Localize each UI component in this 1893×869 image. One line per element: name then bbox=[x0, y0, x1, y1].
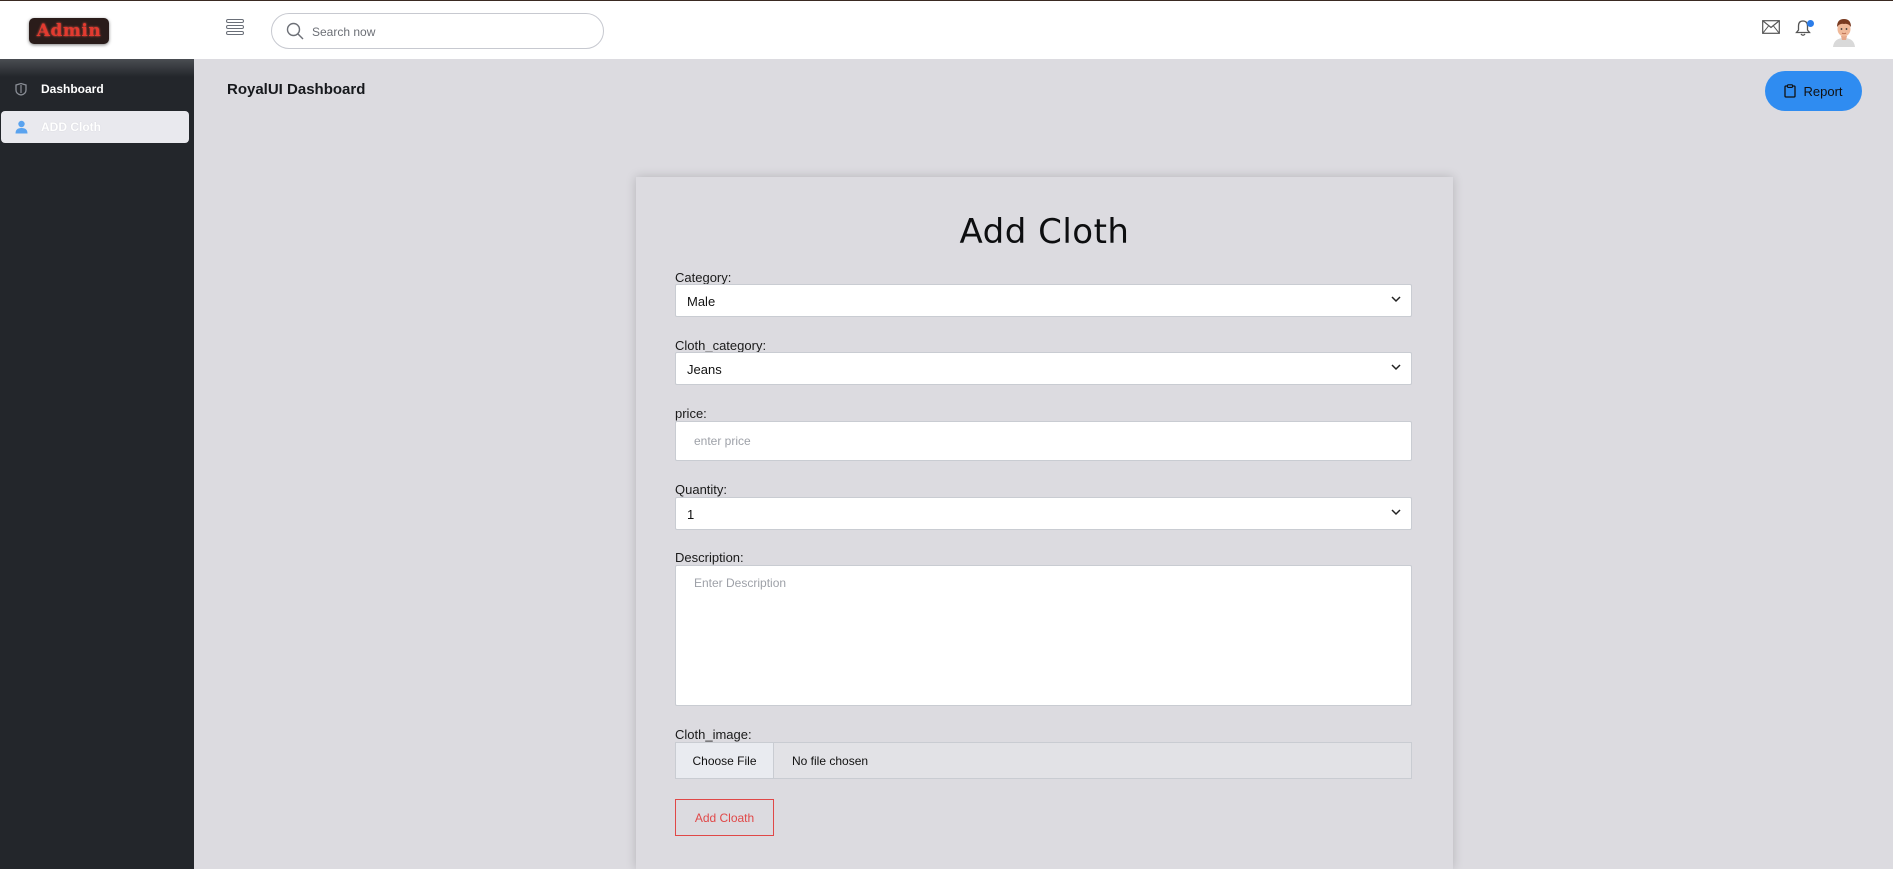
cloth-image-file-input[interactable]: Choose File No file chosen bbox=[675, 742, 1412, 779]
search-bar bbox=[271, 13, 604, 49]
top-navbar: Admin bbox=[0, 0, 1893, 59]
page-title: RoyalUI Dashboard bbox=[227, 81, 366, 98]
sidebar: Dashboard ADD Cloth bbox=[0, 59, 194, 869]
brand-logo-text: Admin bbox=[36, 21, 102, 41]
chevron-down-icon bbox=[1391, 364, 1401, 371]
quantity-select[interactable]: 1 bbox=[675, 497, 1412, 530]
category-value: Male bbox=[687, 294, 716, 309]
search-icon bbox=[286, 22, 304, 40]
user-icon bbox=[13, 119, 29, 135]
add-cloth-form-card: Add Cloth Category: Male Cloth_category:… bbox=[636, 177, 1453, 869]
mail-icon[interactable] bbox=[1762, 20, 1780, 34]
quantity-value: 1 bbox=[687, 507, 695, 522]
avatar[interactable] bbox=[1829, 15, 1859, 47]
description-textarea[interactable] bbox=[676, 566, 1411, 705]
menu-toggle-icon[interactable] bbox=[226, 19, 246, 39]
brand-logo[interactable]: Admin bbox=[29, 18, 109, 44]
form-title: Add Cloth bbox=[959, 212, 1130, 252]
chevron-down-icon bbox=[1391, 509, 1401, 516]
price-input[interactable] bbox=[676, 422, 1411, 460]
report-button[interactable]: Report bbox=[1765, 71, 1862, 111]
cloth-image-label: Cloth_image: bbox=[675, 727, 752, 742]
quantity-label: Quantity: bbox=[675, 482, 728, 497]
cloth-category-label: Cloth_category: bbox=[675, 338, 767, 353]
sidebar-item-dashboard[interactable]: Dashboard bbox=[1, 73, 189, 105]
price-field bbox=[675, 421, 1412, 461]
description-label: Description: bbox=[675, 550, 744, 565]
dashboard-icon bbox=[13, 81, 29, 97]
sidebar-item-label: ADD Cloth bbox=[41, 120, 101, 134]
sidebar-item-label: Dashboard bbox=[41, 82, 104, 96]
category-select[interactable]: Male bbox=[675, 284, 1412, 317]
sidebar-item-add-cloth[interactable]: ADD Cloth bbox=[1, 111, 189, 143]
cloth-category-select[interactable]: Jeans bbox=[675, 352, 1412, 385]
notification-badge bbox=[1807, 20, 1814, 27]
file-status-text: No file chosen bbox=[792, 753, 869, 768]
report-button-label: Report bbox=[1803, 83, 1843, 99]
clipboard-icon bbox=[1784, 84, 1797, 98]
price-label: price: bbox=[675, 406, 707, 421]
description-field bbox=[675, 565, 1412, 706]
chevron-down-icon bbox=[1391, 296, 1401, 303]
notification-bell[interactable] bbox=[1795, 19, 1815, 39]
add-cloth-submit-button[interactable]: Add Cloath bbox=[675, 799, 774, 836]
cloth-category-value: Jeans bbox=[687, 362, 722, 377]
choose-file-button[interactable]: Choose File bbox=[676, 743, 774, 778]
category-label: Category: bbox=[675, 270, 732, 285]
search-input[interactable] bbox=[312, 22, 592, 42]
